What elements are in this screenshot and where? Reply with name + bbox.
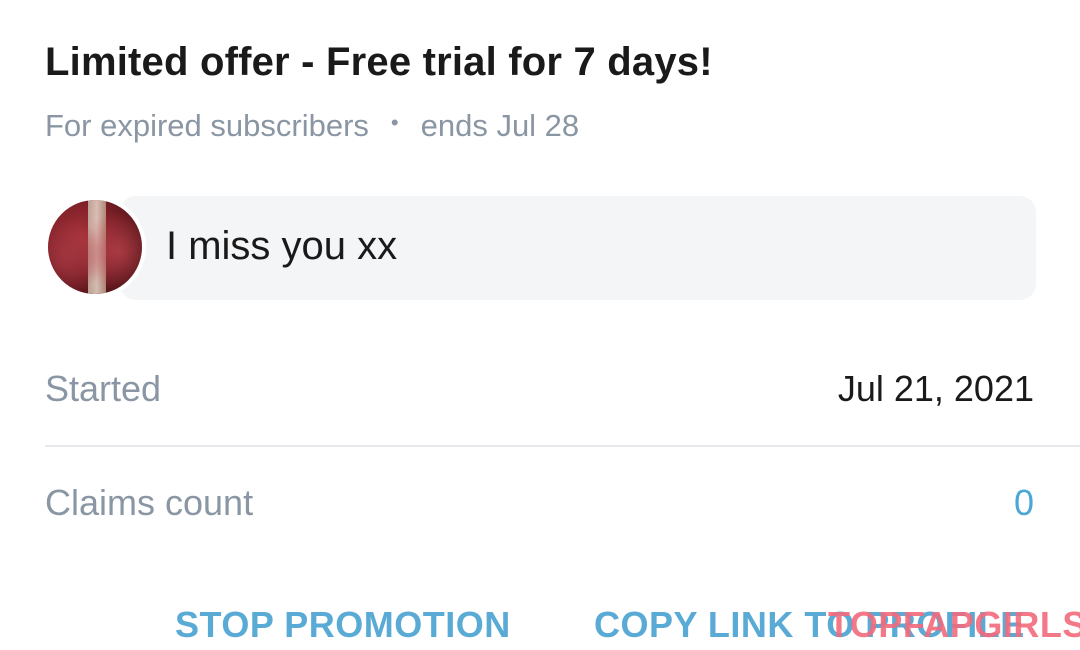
promotion-card: Limited offer - Free trial for 7 days! F…	[0, 0, 1080, 650]
promotion-title: Limited offer - Free trial for 7 days!	[45, 40, 713, 84]
started-value: Jul 21, 2021	[837, 368, 1034, 409]
avatar	[44, 196, 146, 298]
promotion-meta: For expired subscribers • ends Jul 28	[45, 108, 579, 144]
promotion-message: I miss you xx	[166, 224, 398, 268]
promotion-audience: For expired subscribers	[45, 108, 369, 143]
started-label: Started	[45, 368, 162, 409]
claims-count-value[interactable]: 0	[1014, 482, 1034, 524]
promotion-end-date: ends Jul 28	[420, 108, 580, 143]
stop-promotion-button[interactable]: STOP PROMOTION	[175, 604, 511, 646]
claims-count-label: Claims count	[45, 482, 254, 523]
meta-separator: •	[390, 110, 399, 135]
divider	[45, 445, 1080, 447]
watermark: TOPFAPGIRLS	[828, 604, 1080, 645]
